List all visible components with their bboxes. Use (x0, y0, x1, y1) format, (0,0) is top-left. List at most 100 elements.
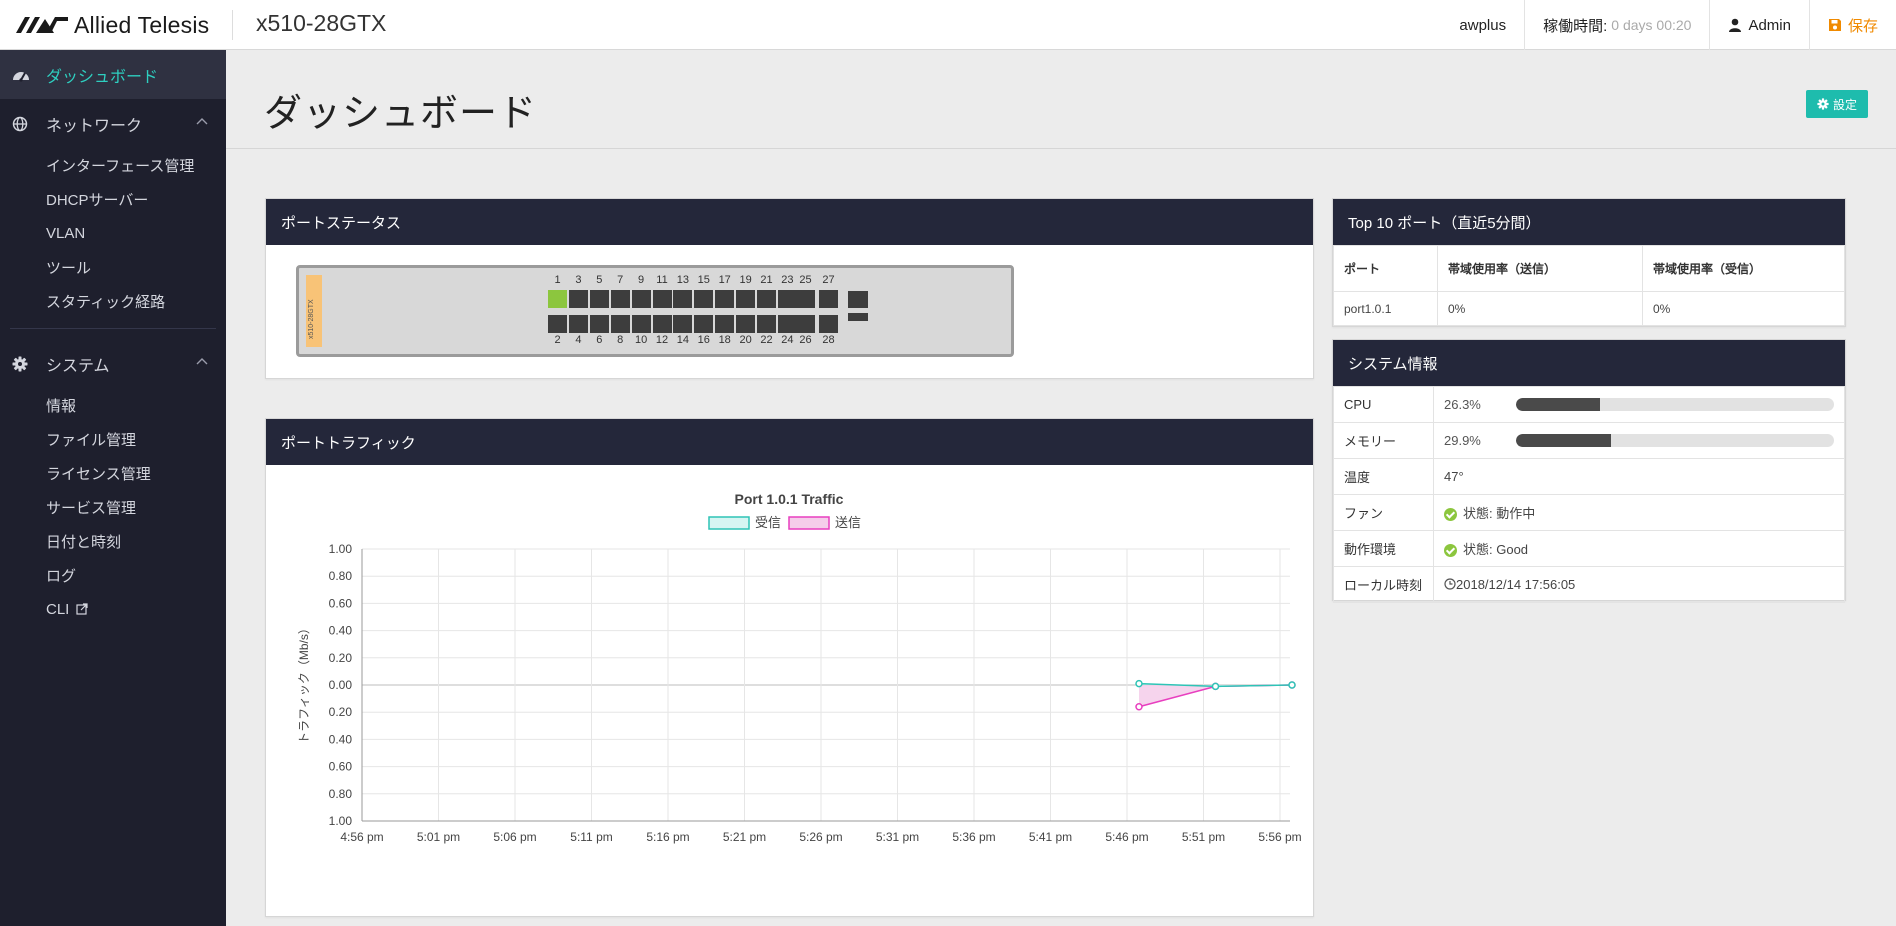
cpu-row: CPU 26.3% (1333, 386, 1845, 423)
sidebar-item-information[interactable]: 情報 (0, 388, 226, 422)
port-21[interactable] (757, 290, 776, 308)
port-11[interactable] (652, 290, 672, 308)
port-26[interactable] (796, 315, 815, 333)
port-3[interactable] (568, 290, 588, 308)
local-time-cell: 2018/12/14 17:56:05 (1433, 566, 1845, 603)
column-header-rx-utilization[interactable]: 帯域使用率（受信） (1642, 245, 1845, 292)
local-time-row: ローカル時刻 2018/12/14 17:56:05 (1333, 566, 1845, 603)
sidebar-item-tools[interactable]: ツール (0, 250, 226, 284)
data-point[interactable] (1288, 681, 1296, 689)
sidebar-item-interfaces[interactable]: インターフェース管理 (0, 148, 226, 182)
memory-label: メモリー (1333, 422, 1434, 459)
x-tick-label: 5:36 pm (952, 830, 995, 844)
x-tick-label: 5:21 pm (723, 830, 766, 844)
gear-icon (1817, 98, 1829, 110)
port-24[interactable] (777, 315, 797, 333)
port-2[interactable] (548, 315, 567, 333)
port-27[interactable] (819, 290, 838, 308)
y-tick-label: 1.00 (329, 814, 353, 828)
sidebar-item-date-time[interactable]: 日付と時刻 (0, 524, 226, 558)
memory-value: 29.9% (1444, 433, 1481, 448)
save-button[interactable]: 保存 (1808, 0, 1896, 50)
sidebar-item-vlan[interactable]: VLAN (0, 216, 226, 250)
tx-cell: 0% (1437, 291, 1643, 326)
port-20[interactable] (736, 315, 756, 333)
x-tick-label: 5:46 pm (1105, 830, 1148, 844)
port-18[interactable] (715, 315, 735, 333)
port-5[interactable] (589, 290, 609, 308)
data-point[interactable] (1135, 679, 1143, 688)
port-22[interactable] (757, 315, 776, 333)
port-15[interactable] (694, 290, 714, 308)
table-row[interactable]: port1.0.1 0% 0% (1333, 291, 1845, 326)
external-link-icon (76, 603, 88, 615)
port-12[interactable] (652, 315, 672, 333)
legend-swatch-rx[interactable] (708, 516, 750, 530)
sidebar-item-file-management[interactable]: ファイル管理 (0, 422, 226, 456)
port-25[interactable] (796, 290, 815, 308)
sidebar-item-dashboard[interactable]: ダッシュボード (0, 50, 226, 99)
settings-button[interactable]: 設定 (1806, 90, 1868, 118)
cpu-label: CPU (1333, 386, 1434, 423)
column-header-tx-utilization[interactable]: 帯域使用率（送信） (1437, 245, 1643, 292)
port-8[interactable] (610, 315, 630, 333)
port-number-27: 27 (822, 274, 835, 286)
sidebar-item-static-routes[interactable]: スタティック経路 (0, 284, 226, 318)
sidebar-item-dhcp-server[interactable]: DHCPサーバー (0, 182, 226, 216)
chevron-up-icon[interactable] (196, 117, 208, 125)
uptime-value: 0 days 00:20 (1611, 17, 1692, 33)
port-cell: port1.0.1 (1333, 291, 1438, 326)
legend-swatch-tx[interactable] (788, 516, 830, 530)
save-label: 保存 (1847, 17, 1878, 35)
brand-logo[interactable]: Allied Telesis (16, 12, 209, 38)
column-header-port[interactable]: ポート (1333, 245, 1438, 292)
panel-title: システム情報 (1333, 340, 1845, 386)
port-9[interactable] (631, 290, 651, 308)
data-point[interactable] (1211, 682, 1220, 691)
top-bar: Allied Telesis x510-28GTX awplus 稼働時間: 0… (0, 0, 1896, 50)
fan-row: ファン 状態: 動作中 (1333, 494, 1845, 531)
sidebar-group-system[interactable]: システム (0, 339, 226, 388)
port-13[interactable] (673, 290, 693, 308)
sidebar-item-cli[interactable]: CLI (0, 592, 226, 626)
environment-row: 動作環境 状態: Good (1333, 530, 1845, 567)
x-tick-label: 5:56 pm (1258, 830, 1301, 844)
user-menu[interactable]: Admin (1709, 0, 1809, 50)
data-point[interactable] (1135, 703, 1143, 711)
temperature-value: 47° (1433, 458, 1845, 495)
port-number-26: 26 (799, 334, 812, 346)
port-7[interactable] (610, 290, 630, 308)
fan-label: ファン (1333, 494, 1434, 531)
port-number-25: 25 (799, 274, 812, 286)
temperature-label: 温度 (1333, 458, 1434, 495)
sidebar-item-log[interactable]: ログ (0, 558, 226, 592)
port-6[interactable] (589, 315, 609, 333)
memory-row: メモリー 29.9% (1333, 422, 1845, 459)
x-tick-label: 5:01 pm (417, 830, 460, 844)
gear-icon (12, 356, 34, 372)
port-19[interactable] (736, 290, 756, 308)
port-23[interactable] (777, 290, 797, 308)
port-28[interactable] (819, 315, 838, 333)
x-tick-label: 5:31 pm (876, 830, 919, 844)
port-17[interactable] (715, 290, 735, 308)
rx-cell: 0% (1642, 291, 1845, 326)
sidebar-group-network[interactable]: ネットワーク (0, 99, 226, 148)
chevron-up-icon[interactable] (196, 357, 208, 365)
legend-label-rx[interactable]: 受信 (755, 515, 781, 530)
legend-label-tx[interactable]: 送信 (835, 515, 861, 530)
chart-title: Port 1.0.1 Traffic (735, 491, 844, 507)
sidebar-item-license-management[interactable]: ライセンス管理 (0, 456, 226, 490)
device-model: x510-28GTX (256, 10, 387, 36)
x-tick-label: 5:51 pm (1182, 830, 1225, 844)
port-4[interactable] (568, 315, 588, 333)
sidebar-item-service-management[interactable]: サービス管理 (0, 490, 226, 524)
port-16[interactable] (694, 315, 714, 333)
sidebar-divider (10, 328, 216, 329)
port-10[interactable] (631, 315, 651, 333)
clock-icon (1444, 578, 1456, 590)
sidebar-group-label: システム (46, 357, 110, 375)
port-14[interactable] (673, 315, 693, 333)
port-1[interactable] (548, 290, 567, 308)
hostname-text: awplus (1459, 16, 1507, 34)
